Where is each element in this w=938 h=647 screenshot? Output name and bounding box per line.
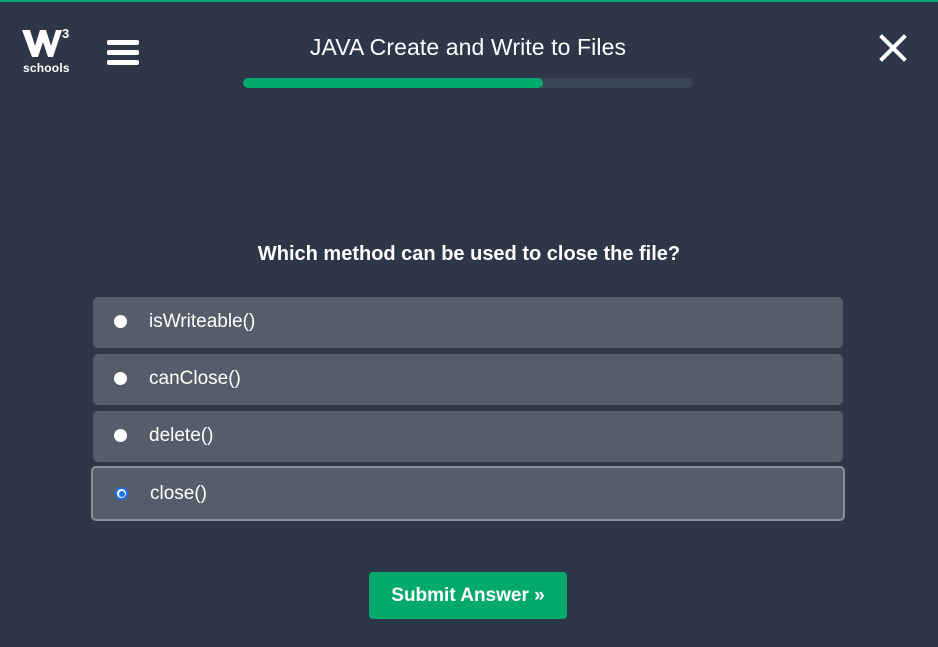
- radio-button-checked[interactable]: [115, 487, 128, 500]
- hamburger-menu-icon[interactable]: [107, 38, 140, 66]
- w3-logo-icon: [22, 30, 62, 57]
- answer-option-label: delete(): [149, 425, 214, 446]
- submit-answer-button[interactable]: Submit Answer »: [369, 572, 567, 619]
- logo-text: schools: [23, 61, 70, 75]
- radio-button[interactable]: [114, 372, 127, 385]
- answer-option[interactable]: isWriteable(): [93, 297, 843, 348]
- answer-option-selected[interactable]: close(): [91, 466, 845, 521]
- radio-button[interactable]: [114, 429, 127, 442]
- radio-button[interactable]: [114, 315, 127, 328]
- answer-option[interactable]: delete(): [93, 411, 843, 462]
- answer-option[interactable]: canClose(): [93, 354, 843, 405]
- question-text: Which method can be used to close the fi…: [257, 243, 681, 265]
- answer-option-label: canClose(): [149, 368, 241, 389]
- progress-bar-fill: [243, 78, 544, 88]
- answer-option-label: close(): [150, 483, 208, 504]
- w3schools-logo[interactable]: 3 schools: [22, 26, 74, 76]
- logo-superscript: 3: [62, 26, 70, 41]
- progress-bar: [243, 78, 693, 88]
- page-title: JAVA Create and Write to Files: [309, 34, 627, 60]
- answer-option-label: isWriteable(): [149, 311, 256, 332]
- top-accent-line: [0, 0, 938, 2]
- close-icon[interactable]: [878, 33, 908, 63]
